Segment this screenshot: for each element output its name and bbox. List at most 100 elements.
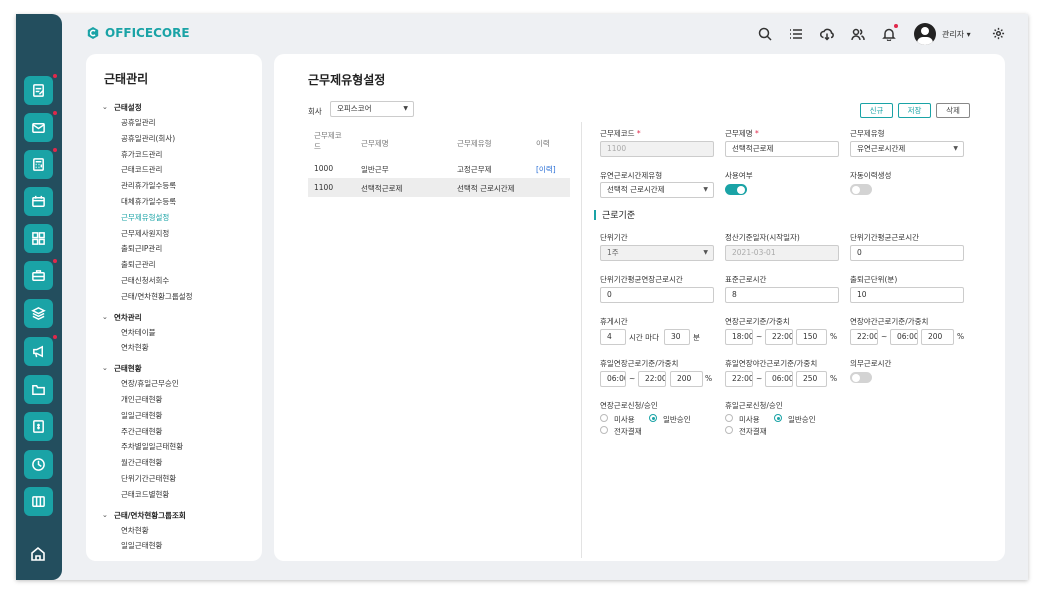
avg-ot-input[interactable]: 0 <box>600 287 714 303</box>
app-window: OFFICECORE 관리자 ▾ 근태관리 ⌄ 근태설정 공휴일관리 공휴일관리(… <box>16 14 1028 580</box>
clock-icon[interactable] <box>24 450 53 479</box>
name-input[interactable]: 선택적근로제 <box>725 141 839 157</box>
table-row[interactable]: 1000 일반근무 고정근무제 [이력] <box>308 159 570 178</box>
menu-item[interactable]: 단위기간근태현황 <box>102 471 258 487</box>
search-icon[interactable] <box>758 26 789 42</box>
settle-date-input[interactable]: 2021-03-01 <box>725 245 839 261</box>
radio-general[interactable] <box>649 414 657 422</box>
history-link[interactable]: [이력] <box>536 164 556 175</box>
table-row-selected[interactable]: 1100 선택적근로제 선택적 근로시간제 <box>308 178 570 197</box>
radio-unused[interactable] <box>725 414 733 422</box>
ot-from-input[interactable]: 18:00 <box>725 329 753 345</box>
night-to-input[interactable]: 06:00 <box>890 329 918 345</box>
user-menu[interactable]: 관리자 ▾ <box>914 23 971 45</box>
delete-button[interactable]: 삭제 <box>936 103 970 118</box>
menu-item[interactable]: 월간근태현황 <box>102 455 258 471</box>
left-menu-panel: 근태관리 ⌄ 근태설정 공휴일관리 공휴일관리(회사) 휴가코드관리 근태코드관리… <box>86 54 262 561</box>
menu-item[interactable]: 관리휴가일수등록 <box>102 178 258 194</box>
hol-from-input[interactable]: 06:00 <box>600 371 626 387</box>
mail-icon[interactable] <box>24 113 53 142</box>
menu-tree: ⌄ 근태설정 공휴일관리 공휴일관리(회사) 휴가코드관리 근태코드관리 관리휴가… <box>102 100 258 554</box>
hol-to-input[interactable]: 22:00 <box>638 371 666 387</box>
radio-eapproval[interactable] <box>600 426 608 434</box>
field-label: 단위기간 <box>600 233 628 242</box>
folder-icon[interactable] <box>24 375 53 404</box>
duty-toggle[interactable] <box>850 372 872 383</box>
cloud-download-icon[interactable] <box>820 26 851 42</box>
menu-item[interactable]: 개인근태현황 <box>102 392 258 408</box>
ot-to-input[interactable]: 22:00 <box>765 329 793 345</box>
menu-item[interactable]: 출퇴근관리 <box>102 257 258 273</box>
radio-eapproval[interactable] <box>725 426 733 434</box>
rest-hours-input[interactable]: 4 <box>600 329 626 345</box>
rest-mins-input[interactable]: 30 <box>664 329 690 345</box>
chevron-down-icon: ⌄ <box>102 364 108 373</box>
menu-item[interactable]: 근태신청서회수 <box>102 273 258 289</box>
list-icon[interactable] <box>789 26 820 42</box>
card-icon[interactable] <box>24 187 53 216</box>
menu-item[interactable]: 연차테이블 <box>102 325 258 341</box>
calculator-icon[interactable] <box>24 150 53 179</box>
menu-group[interactable]: ⌄ 근태현황 <box>102 361 258 376</box>
menu-item-selected[interactable]: 근무제유형설정 <box>102 210 258 226</box>
menu-item[interactable]: 연장/휴일근무승인 <box>102 376 258 392</box>
column-header[interactable]: 근무제유형 <box>457 138 492 149</box>
hol-pct-input[interactable]: 200 <box>670 371 703 387</box>
code-input[interactable]: 1100 <box>600 141 714 157</box>
menu-group[interactable]: ⌄ 연차관리 <box>102 310 258 325</box>
menu-item[interactable]: 출퇴근IP관리 <box>102 241 258 257</box>
new-button[interactable]: 신규 <box>860 103 893 118</box>
board-icon[interactable] <box>24 487 53 516</box>
column-header[interactable]: 근무제명 <box>361 138 389 149</box>
chevron-down-icon: ⌄ <box>102 103 108 111</box>
document-money-icon[interactable] <box>24 412 53 441</box>
holn-from-input[interactable]: 22:00 <box>725 371 753 387</box>
menu-group[interactable]: ⌄ 근태설정 <box>102 100 258 115</box>
grid-icon[interactable] <box>24 224 53 253</box>
night-pct-input[interactable]: 200 <box>921 329 954 345</box>
menu-item[interactable]: 근태코드관리 <box>102 162 258 178</box>
column-header[interactable]: 근무제코드 <box>314 130 348 152</box>
company-select[interactable]: 오피스코어 ▼ <box>330 101 414 117</box>
edit-note-icon[interactable] <box>24 76 53 105</box>
unit-period-select[interactable]: 1주 ▼ <box>600 245 714 261</box>
type-select[interactable]: 유연근로시간제 ▼ <box>850 141 964 157</box>
save-button[interactable]: 저장 <box>898 103 931 118</box>
menu-item[interactable]: 공휴일관리(회사) <box>102 131 258 147</box>
radio-general[interactable] <box>774 414 782 422</box>
layers-icon[interactable] <box>24 299 53 328</box>
night-from-input[interactable]: 22:00 <box>850 329 878 345</box>
menu-item[interactable]: 연차현황 <box>102 340 258 356</box>
auto-history-toggle[interactable] <box>850 184 872 195</box>
menu-item[interactable]: 근무제사원지정 <box>102 226 258 242</box>
unit-min-input[interactable]: 10 <box>850 287 964 303</box>
home-icon[interactable] <box>29 544 47 562</box>
use-toggle[interactable] <box>725 184 747 195</box>
menu-group[interactable]: ⌄ 근태/연차현황그룹조회 <box>102 508 258 523</box>
menu-item[interactable]: 휴가코드관리 <box>102 147 258 163</box>
menu-item[interactable]: 일일근태현황 <box>102 538 258 554</box>
std-hours-input[interactable]: 8 <box>725 287 839 303</box>
menu-item[interactable]: 주차별일일근태현황 <box>102 439 258 455</box>
people-icon[interactable] <box>851 26 882 42</box>
menu-item[interactable]: 근태/연차현황그룹설정 <box>102 289 258 305</box>
menu-item[interactable]: 공휴일관리 <box>102 115 258 131</box>
menu-item[interactable]: 근태코드별현황 <box>102 487 258 503</box>
notification-dot <box>53 74 57 78</box>
megaphone-icon[interactable] <box>24 337 53 366</box>
app-logo[interactable]: OFFICECORE <box>86 26 190 40</box>
ot-pct-input[interactable]: 150 <box>796 329 827 345</box>
gear-icon[interactable] <box>992 27 1005 42</box>
column-header[interactable]: 이력 <box>536 138 550 149</box>
bell-icon[interactable] <box>882 24 913 42</box>
holn-to-input[interactable]: 06:00 <box>765 371 793 387</box>
menu-item[interactable]: 주간근태현황 <box>102 424 258 440</box>
flex-type-select[interactable]: 선택적 근로시간제 ▼ <box>600 182 714 198</box>
briefcase-icon[interactable] <box>24 261 53 290</box>
menu-item[interactable]: 연차현황 <box>102 523 258 539</box>
holn-pct-input[interactable]: 250 <box>796 371 827 387</box>
avg-hours-input[interactable]: 0 <box>850 245 964 261</box>
menu-item[interactable]: 일일근태현황 <box>102 408 258 424</box>
menu-item[interactable]: 대체휴가일수등록 <box>102 194 258 210</box>
radio-unused[interactable] <box>600 414 608 422</box>
